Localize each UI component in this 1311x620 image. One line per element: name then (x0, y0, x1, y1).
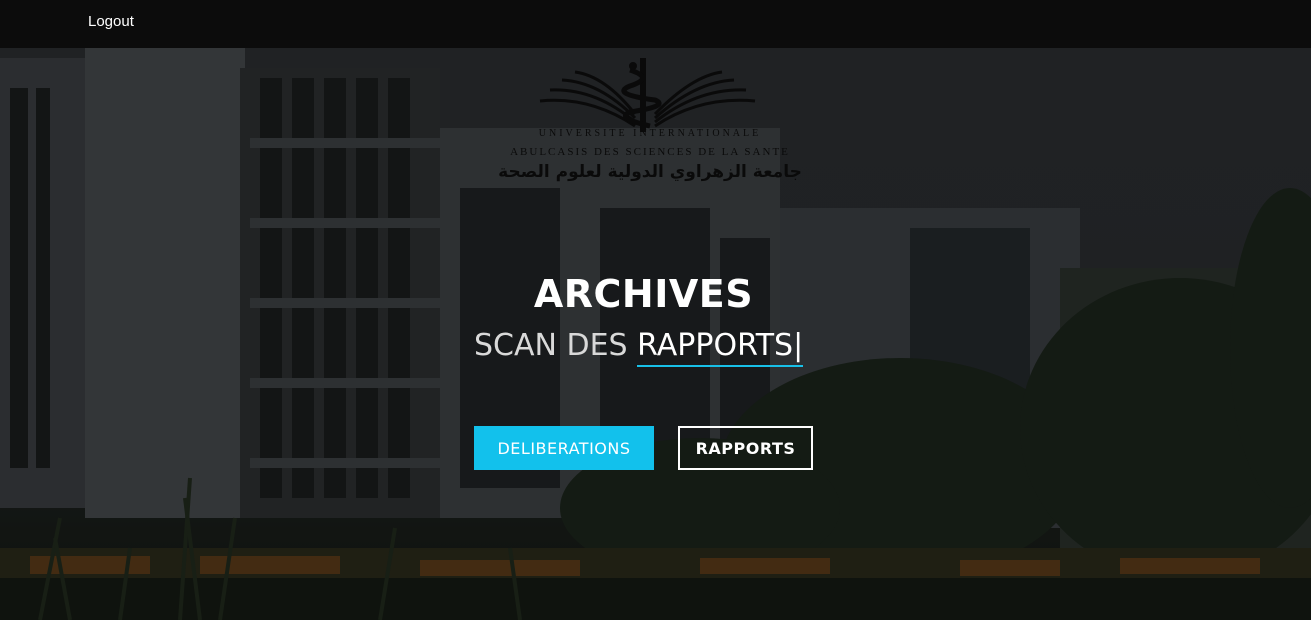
caduceus-book-emblem-icon (539, 58, 756, 132)
logo-text-arabic: جامعة الزهراوي الدولية لعلوم الصحة (498, 162, 802, 182)
page-title: ARCHIVES (533, 272, 754, 316)
logo-text-line2: ABULCASIS DES SCIENCES DE LA SANTE (510, 146, 790, 158)
top-navbar: Logout (0, 0, 1311, 48)
typed-text: RAPPORTS (637, 328, 794, 363)
page: Logout UNIVERSITE INTERNATIONALE ABULCAS… (0, 0, 1311, 620)
typing-cursor: | (793, 328, 804, 363)
subtitle-prefix: SCAN DES (474, 328, 638, 363)
typed-word: RAPPORTS| (637, 328, 804, 367)
logout-link[interactable]: Logout (88, 13, 134, 30)
deliberations-button[interactable]: DELIBERATIONS (474, 426, 654, 470)
rapports-button[interactable]: RAPPORTS (678, 426, 813, 470)
university-logo: UNIVERSITE INTERNATIONALE ABULCASIS DES … (470, 56, 830, 188)
logo-text-line1: UNIVERSITE INTERNATIONALE (538, 128, 762, 139)
page-subtitle: SCAN DES RAPPORTS| (474, 328, 804, 367)
